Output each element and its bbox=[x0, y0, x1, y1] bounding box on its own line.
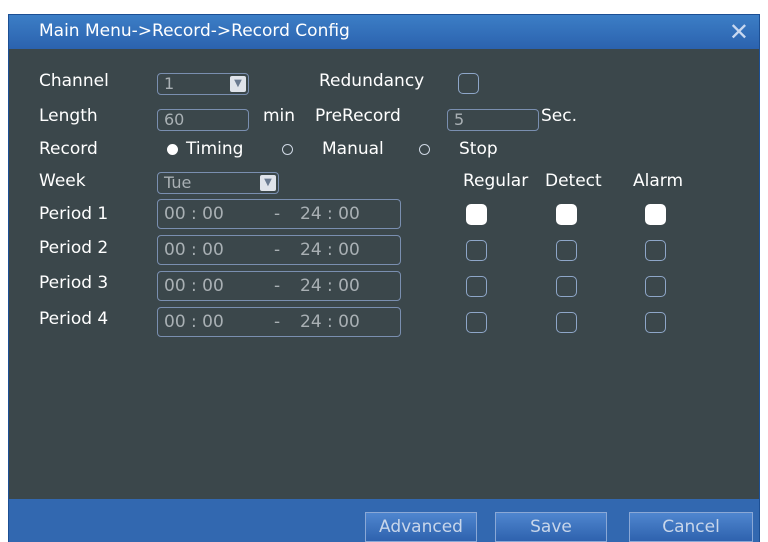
record-label: Record bbox=[39, 139, 98, 159]
chevron-down-icon: ▼ bbox=[230, 76, 246, 92]
radio-timing[interactable] bbox=[167, 144, 178, 155]
min-unit-label: min bbox=[263, 106, 296, 126]
period-end: 24 : 00 bbox=[300, 276, 360, 296]
title-bar: Main Menu->Record->Record Config ✕ bbox=[9, 15, 759, 49]
channel-label: Channel bbox=[39, 71, 109, 91]
close-icon[interactable]: ✕ bbox=[729, 18, 749, 46]
period-separator: - bbox=[274, 276, 281, 296]
week-label: Week bbox=[39, 171, 86, 191]
period-start: 00 : 00 bbox=[164, 204, 224, 224]
length-value: 60 bbox=[164, 110, 185, 129]
alarm-checkbox[interactable] bbox=[645, 276, 666, 297]
regular-checkbox[interactable] bbox=[466, 276, 487, 297]
week-select[interactable]: Tue ▼ bbox=[157, 172, 279, 194]
regular-checkbox[interactable] bbox=[466, 204, 487, 225]
length-input[interactable]: 60 bbox=[157, 109, 249, 131]
save-button[interactable]: Save bbox=[495, 512, 607, 542]
cancel-button[interactable]: Cancel bbox=[629, 512, 753, 542]
period-label: Period 4 bbox=[39, 309, 109, 329]
record-config-dialog: Main Menu->Record->Record Config ✕ Chann… bbox=[8, 14, 760, 542]
period-end: 24 : 00 bbox=[300, 204, 360, 224]
radio-timing-label: Timing bbox=[186, 139, 244, 159]
advanced-button[interactable]: Advanced bbox=[365, 512, 477, 542]
period-time-range[interactable]: 00 : 00 - 24 : 00 bbox=[157, 307, 401, 337]
period-label: Period 1 bbox=[39, 204, 109, 224]
period-time-range[interactable]: 00 : 00 - 24 : 00 bbox=[157, 271, 401, 301]
radio-manual-label: Manual bbox=[322, 139, 384, 159]
detect-checkbox[interactable] bbox=[556, 240, 577, 261]
detect-checkbox[interactable] bbox=[556, 276, 577, 297]
period-time-range[interactable]: 00 : 00 - 24 : 00 bbox=[157, 199, 401, 229]
channel-select[interactable]: 1 ▼ bbox=[157, 73, 249, 95]
sec-unit-label: Sec. bbox=[541, 106, 578, 126]
length-label: Length bbox=[39, 106, 98, 126]
period-end: 24 : 00 bbox=[300, 312, 360, 332]
redundancy-label: Redundancy bbox=[319, 71, 425, 91]
radio-stop-label: Stop bbox=[459, 139, 498, 159]
column-detect: Detect bbox=[545, 171, 602, 191]
column-regular: Regular bbox=[463, 171, 529, 191]
prerecord-input[interactable]: 5 bbox=[447, 109, 539, 131]
alarm-checkbox[interactable] bbox=[645, 240, 666, 261]
redundancy-checkbox[interactable] bbox=[458, 73, 479, 94]
prerecord-label: PreRecord bbox=[315, 106, 401, 126]
radio-manual[interactable] bbox=[282, 144, 293, 155]
period-label: Period 3 bbox=[39, 273, 109, 293]
period-time-range[interactable]: 00 : 00 - 24 : 00 bbox=[157, 235, 401, 265]
radio-stop[interactable] bbox=[419, 144, 430, 155]
column-alarm: Alarm bbox=[633, 171, 684, 191]
detect-checkbox[interactable] bbox=[556, 204, 577, 225]
detect-checkbox[interactable] bbox=[556, 312, 577, 333]
regular-checkbox[interactable] bbox=[466, 240, 487, 261]
period-end: 24 : 00 bbox=[300, 240, 360, 260]
alarm-checkbox[interactable] bbox=[645, 204, 666, 225]
channel-value: 1 bbox=[164, 74, 175, 93]
period-separator: - bbox=[274, 240, 281, 260]
chevron-down-icon: ▼ bbox=[260, 175, 276, 191]
prerecord-value: 5 bbox=[454, 110, 465, 129]
period-start: 00 : 00 bbox=[164, 240, 224, 260]
period-separator: - bbox=[274, 312, 281, 332]
button-bar: Advanced Save Cancel bbox=[9, 499, 759, 542]
dialog-title: Main Menu->Record->Record Config bbox=[39, 21, 350, 41]
week-value: Tue bbox=[164, 173, 192, 192]
alarm-checkbox[interactable] bbox=[645, 312, 666, 333]
period-separator: - bbox=[274, 204, 281, 224]
period-start: 00 : 00 bbox=[164, 276, 224, 296]
regular-checkbox[interactable] bbox=[466, 312, 487, 333]
period-label: Period 2 bbox=[39, 238, 109, 258]
period-start: 00 : 00 bbox=[164, 312, 224, 332]
